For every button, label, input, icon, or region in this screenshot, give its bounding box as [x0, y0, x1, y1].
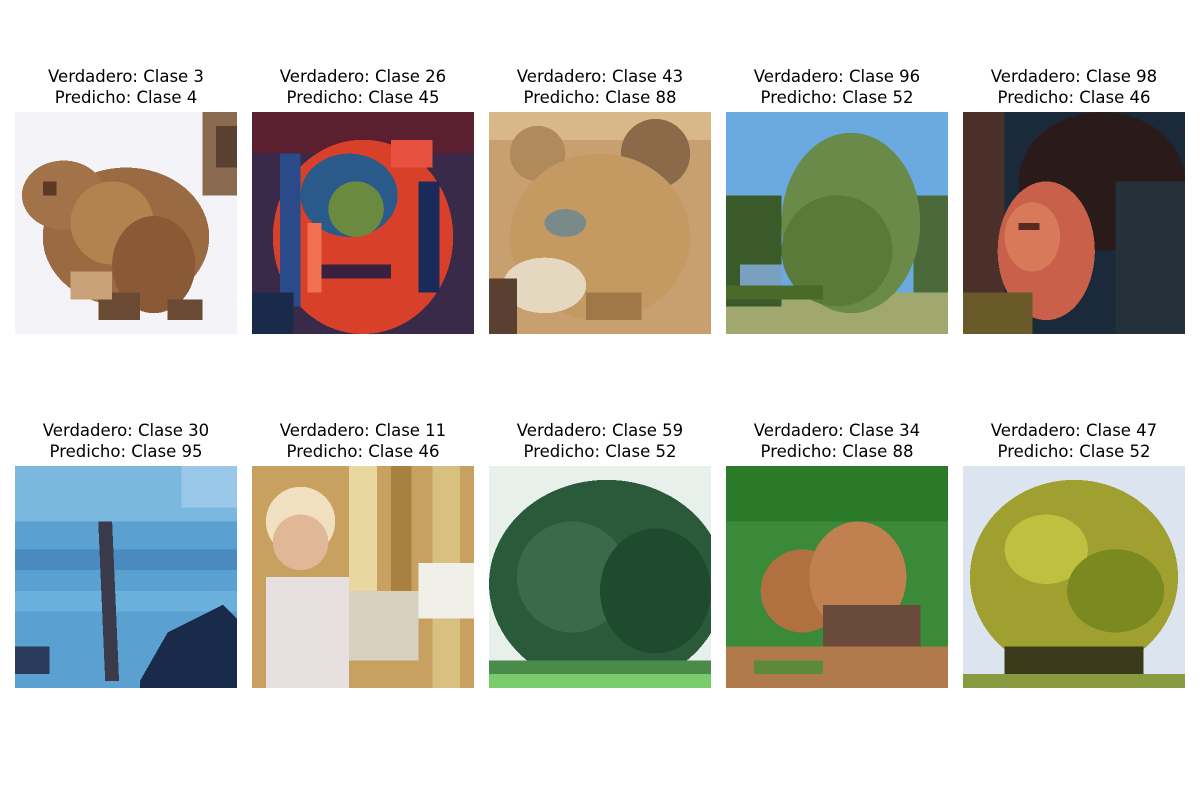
child-photo — [252, 466, 474, 688]
panel-title: Verdadero: Clase 26 Predicho: Clase 45 — [232, 66, 494, 108]
true-label: Verdadero: Clase 34 — [753, 421, 921, 440]
panel-title: Verdadero: Clase 47 Predicho: Clase 52 — [943, 420, 1200, 462]
bear-photo — [15, 112, 237, 334]
pine-tree-photo — [489, 466, 711, 688]
true-label: Verdadero: Clase 43 — [516, 67, 684, 86]
predicted-label: Predicho: Clase 52 — [997, 442, 1151, 461]
foxes-photo — [726, 466, 948, 688]
woman-face-photo — [963, 112, 1185, 334]
predicted-label: Predicho: Clase 52 — [760, 88, 914, 107]
panel-title: Verdadero: Clase 98 Predicho: Clase 46 — [943, 66, 1200, 108]
panel-title: Verdadero: Clase 43 Predicho: Clase 88 — [469, 66, 731, 108]
true-label: Verdadero: Clase 3 — [48, 67, 204, 86]
predicted-label: Predicho: Clase 4 — [54, 88, 198, 107]
predicted-label: Predicho: Clase 46 — [286, 442, 440, 461]
true-label: Verdadero: Clase 11 — [279, 421, 447, 440]
true-label: Verdadero: Clase 47 — [990, 421, 1158, 440]
true-label: Verdadero: Clase 26 — [279, 67, 447, 86]
lion-cub-photo — [489, 112, 711, 334]
predicted-label: Predicho: Clase 52 — [523, 442, 677, 461]
predicted-label: Predicho: Clase 45 — [286, 88, 440, 107]
predicted-label: Predicho: Clase 46 — [997, 88, 1151, 107]
predicted-label: Predicho: Clase 88 — [760, 442, 914, 461]
panel-title: Verdadero: Clase 30 Predicho: Clase 95 — [0, 420, 257, 462]
true-label: Verdadero: Clase 59 — [516, 421, 684, 440]
predicted-label: Predicho: Clase 88 — [523, 88, 677, 107]
predicted-label: Predicho: Clase 95 — [49, 442, 203, 461]
true-label: Verdadero: Clase 98 — [990, 67, 1158, 86]
panel-title: Verdadero: Clase 3 Predicho: Clase 4 — [0, 66, 257, 108]
red-fabric-photo — [252, 112, 474, 334]
panel-title: Verdadero: Clase 34 Predicho: Clase 88 — [706, 420, 968, 462]
maple-tree-photo — [963, 466, 1185, 688]
true-label: Verdadero: Clase 96 — [753, 67, 921, 86]
water-photo — [15, 466, 237, 688]
willow-tree-photo — [726, 112, 948, 334]
panel-title: Verdadero: Clase 59 Predicho: Clase 52 — [469, 420, 731, 462]
panel-title: Verdadero: Clase 96 Predicho: Clase 52 — [706, 66, 968, 108]
true-label: Verdadero: Clase 30 — [42, 421, 210, 440]
panel-title: Verdadero: Clase 11 Predicho: Clase 46 — [232, 420, 494, 462]
